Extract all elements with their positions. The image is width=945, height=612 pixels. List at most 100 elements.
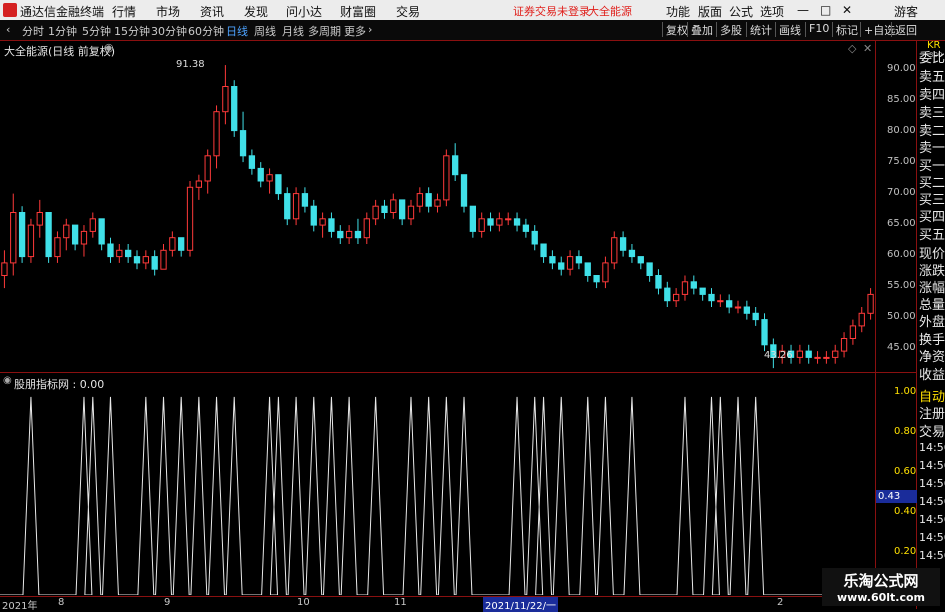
candle-body — [593, 275, 600, 283]
candle-body — [531, 230, 538, 245]
quote-outer: 外盘 — [919, 315, 945, 330]
candle-body — [178, 237, 185, 251]
indicator-y-tick: 0.40 — [894, 506, 917, 517]
menu-banmian[interactable]: 版面 — [698, 3, 722, 20]
panel-close-icon[interactable]: ✕ — [863, 42, 872, 55]
candle-body — [45, 212, 52, 258]
time-row: 14:56 — [919, 513, 945, 526]
menu-gongneng[interactable]: 功能 — [666, 3, 690, 20]
candle-body — [805, 350, 812, 358]
y-tick: 85.00 — [887, 94, 916, 105]
candle-body — [602, 262, 609, 283]
candle-body — [363, 218, 370, 239]
y-tick: 70.00 — [887, 187, 916, 198]
y-tick: 75.00 — [887, 156, 916, 167]
candle-body — [248, 155, 256, 169]
candle-body — [619, 237, 627, 251]
period-multi[interactable]: 多周期 — [308, 23, 341, 39]
candle-body — [204, 155, 211, 182]
candle-body — [496, 218, 503, 226]
period-monthly[interactable]: 月线 — [282, 23, 304, 39]
candle-body — [239, 130, 247, 157]
menu-shichang[interactable]: 市场 — [156, 3, 180, 20]
indicator-chart[interactable] — [0, 387, 875, 595]
btn-fuquan[interactable]: 复权 — [662, 22, 688, 37]
candle-body — [761, 319, 768, 346]
panel-option-icon[interactable]: ◇ — [848, 42, 856, 55]
period-weekly[interactable]: 周线 — [254, 23, 276, 39]
candlestick-chart[interactable] — [0, 55, 875, 370]
indicator-y-tick: 0.60 — [894, 466, 917, 477]
period-5min[interactable]: 5分钟 — [82, 23, 111, 39]
candle-body — [36, 212, 43, 226]
login-warning[interactable]: 证券交易未登录 — [513, 3, 590, 19]
panel-settings-icon[interactable]: ◉ — [104, 41, 114, 54]
btn-zixuan[interactable]: +自选 — [860, 22, 895, 37]
candle-body — [452, 155, 459, 176]
btn-diejia[interactable]: 叠加 — [687, 22, 713, 37]
guest-login[interactable]: 游客 — [894, 3, 918, 20]
candle-body — [54, 237, 61, 258]
indicator-y-tick: 1.00 — [894, 386, 917, 397]
candle-body — [522, 224, 530, 232]
candle-body — [319, 218, 326, 226]
candle-body — [443, 155, 450, 201]
btn-fanhui[interactable]: 返回 — [891, 22, 917, 37]
menu-caifuquan[interactable]: 财富圈 — [340, 3, 376, 20]
nav-back-icon[interactable]: ‹ — [6, 23, 10, 36]
btn-biaoji[interactable]: 标记 — [832, 22, 858, 37]
candle-body — [646, 262, 653, 276]
candle-body — [116, 249, 123, 258]
candle-body — [611, 237, 618, 264]
btn-tongji[interactable]: 统计 — [746, 22, 772, 37]
candle-body — [10, 212, 17, 264]
x-tick: 2 — [777, 597, 784, 608]
menu-zixun[interactable]: 资讯 — [200, 3, 224, 20]
candle-body — [301, 193, 309, 207]
candle-body — [469, 205, 477, 232]
btn-f10[interactable]: F10 — [805, 22, 829, 37]
candle-body — [195, 180, 203, 188]
app-logo-icon — [3, 3, 17, 17]
minimize-icon[interactable]: — — [797, 3, 809, 17]
period-15min[interactable]: 15分钟 — [114, 23, 150, 39]
btn-duogu[interactable]: 多股 — [716, 22, 742, 37]
side-register[interactable]: 注册 — [919, 403, 945, 422]
period-60min[interactable]: 60分钟 — [188, 23, 224, 39]
quote-weibi: 委比 — [919, 51, 945, 66]
menu-wenxiaoda[interactable]: 问小达 — [286, 3, 322, 20]
indicator-settings-icon[interactable]: ◉ — [3, 375, 12, 386]
y-tick: 90.00 — [887, 63, 916, 74]
y-tick: 65.00 — [887, 218, 916, 229]
candle-body — [275, 174, 282, 195]
menu-jiaoyi[interactable]: 交易 — [396, 3, 420, 20]
period-1min[interactable]: 1分钟 — [48, 23, 77, 39]
indicator-title: 股朋指标网 : 0.00 — [14, 378, 105, 391]
menu-faxian[interactable]: 发现 — [244, 3, 268, 20]
menu-gongshi[interactable]: 公式 — [729, 3, 753, 20]
indicator-y-tick: 0.80 — [894, 426, 917, 437]
candle-body — [292, 193, 300, 220]
period-fenshi[interactable]: 分时 — [22, 23, 44, 39]
candle-body — [310, 205, 317, 226]
candle-body — [752, 312, 759, 321]
btn-huaxian[interactable]: 画线 — [775, 22, 801, 37]
more-chevron-icon[interactable]: › — [368, 23, 372, 36]
period-more[interactable]: 更多 — [344, 23, 366, 39]
close-icon[interactable]: ✕ — [842, 3, 852, 17]
period-daily[interactable]: 日线 — [226, 23, 248, 39]
time-row: 14:56 — [919, 549, 945, 562]
maximize-icon[interactable]: □ — [820, 3, 831, 17]
menu-xuanxiang[interactable]: 选项 — [760, 3, 784, 20]
panel-divider — [0, 372, 916, 373]
period-30min[interactable]: 30分钟 — [151, 23, 187, 39]
candle-body — [63, 224, 70, 239]
period-toolbar: ‹ 分时 1分钟 5分钟 15分钟 30分钟 60分钟 日线 周线 月线 多周期… — [0, 20, 945, 41]
time-row: 14:56 — [919, 441, 945, 454]
candle-body — [425, 193, 432, 207]
quote-earnings: 收益 — [919, 368, 945, 383]
candle-body — [372, 205, 379, 220]
time-row: 14:56 — [919, 477, 945, 490]
menu-hangqing[interactable]: 行情 — [112, 3, 136, 20]
side-trade[interactable]: 交易 — [919, 421, 945, 440]
